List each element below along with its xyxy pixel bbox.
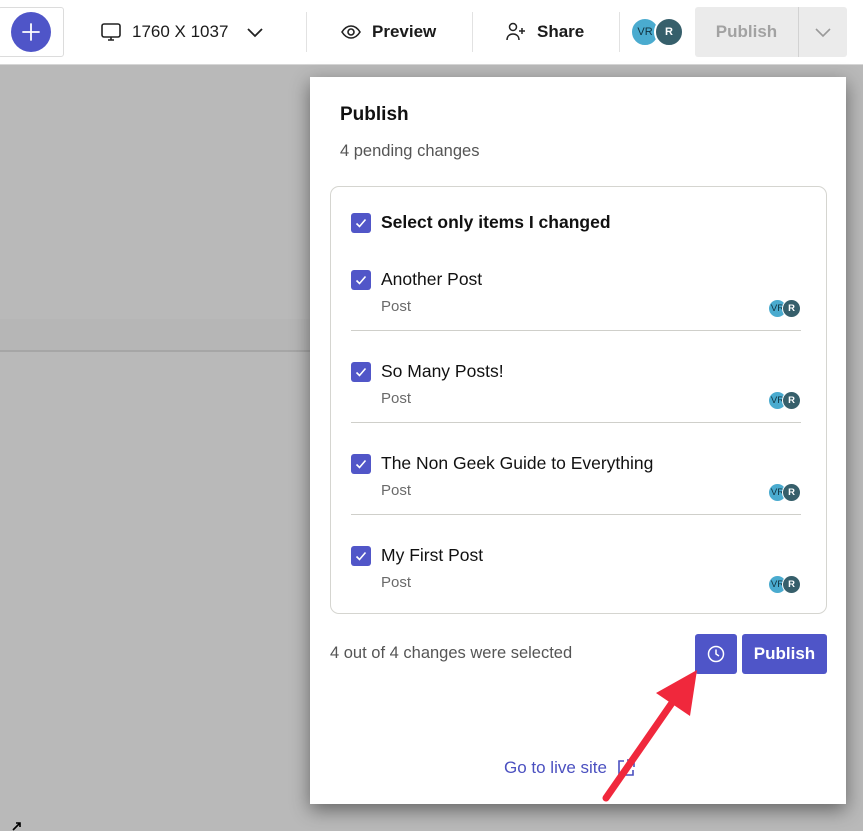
chevron-down-icon xyxy=(247,28,264,38)
selection-summary: 4 out of 4 changes were selected xyxy=(330,644,573,662)
preview-button[interactable]: Preview xyxy=(340,16,436,48)
item-checkbox[interactable] xyxy=(351,453,371,474)
user-plus-icon xyxy=(506,22,525,41)
eye-icon xyxy=(341,25,361,39)
item-divider xyxy=(351,330,801,331)
item-divider xyxy=(351,422,801,423)
check-icon xyxy=(355,218,367,228)
check-icon xyxy=(355,275,367,285)
item-avatars: VR R xyxy=(768,483,801,502)
list-item: My First Post Post VR R xyxy=(351,545,801,637)
check-icon xyxy=(355,459,367,469)
go-to-live-site-link[interactable]: Go to live site xyxy=(504,757,637,779)
plus-icon xyxy=(22,23,40,41)
item-avatars: VR R xyxy=(768,299,801,318)
resolution-selector[interactable]: 1760 X 1037 xyxy=(100,16,266,48)
list-item: The Non Geek Guide to Everything Post VR… xyxy=(351,453,801,545)
item-title: My First Post xyxy=(381,545,484,565)
publish-options-dropdown[interactable] xyxy=(799,7,847,57)
live-site-label: Go to live site xyxy=(504,758,607,777)
item-title: So Many Posts! xyxy=(381,361,504,381)
item-type: Post xyxy=(381,390,412,407)
canvas-element xyxy=(0,319,320,352)
item-checkbox[interactable] xyxy=(351,269,371,290)
publish-button-disabled[interactable]: Publish xyxy=(695,7,799,57)
item-title: The Non Geek Guide to Everything xyxy=(381,453,654,473)
publish-split-button[interactable]: Publish xyxy=(695,7,847,57)
external-link-icon xyxy=(618,759,635,776)
item-checkbox[interactable] xyxy=(351,545,371,566)
avatar: R xyxy=(782,575,801,594)
toolbar-divider xyxy=(472,12,473,52)
pending-changes-count: 4 pending changes xyxy=(340,142,480,160)
list-item: Another Post Post VR R xyxy=(351,269,801,361)
resolution-label: 1760 X 1037 xyxy=(132,22,229,41)
item-type: Post xyxy=(381,298,412,315)
preview-label: Preview xyxy=(372,22,437,41)
select-only-mine-row[interactable]: Select only items I changed xyxy=(351,212,611,233)
schedule-publish-button[interactable] xyxy=(695,634,737,674)
item-avatars: VR R xyxy=(768,575,801,594)
check-icon xyxy=(355,551,367,561)
panel-title: Publish xyxy=(340,104,409,125)
add-element-container xyxy=(0,7,64,57)
avatar: R xyxy=(782,483,801,502)
collaborator-avatars[interactable]: VR R xyxy=(630,17,684,47)
share-label: Share xyxy=(537,22,585,41)
avatar: R xyxy=(782,391,801,410)
top-toolbar: 1760 X 1037 Preview Share VR R Publish xyxy=(0,0,863,65)
avatar[interactable]: R xyxy=(654,17,684,47)
item-title: Another Post xyxy=(381,269,483,289)
item-type: Post xyxy=(381,482,412,499)
share-button[interactable]: Share xyxy=(505,16,584,48)
item-divider xyxy=(351,514,801,515)
select-only-mine-checkbox[interactable] xyxy=(351,212,371,233)
publish-panel: Publish 4 pending changes Select only it… xyxy=(310,77,846,804)
item-avatars: VR R xyxy=(768,391,801,410)
mouse-cursor-icon xyxy=(12,822,21,831)
clock-icon xyxy=(707,645,725,663)
avatar: R xyxy=(782,299,801,318)
item-checkbox[interactable] xyxy=(351,361,371,382)
item-type: Post xyxy=(381,574,412,591)
changes-list: Select only items I changed Another Post… xyxy=(330,186,827,614)
add-button[interactable] xyxy=(11,12,51,52)
check-icon xyxy=(355,367,367,377)
toolbar-divider xyxy=(619,12,620,52)
publish-button[interactable]: Publish xyxy=(742,634,827,674)
toolbar-divider xyxy=(306,12,307,52)
chevron-down-icon xyxy=(815,28,831,38)
select-only-mine-label: Select only items I changed xyxy=(381,212,611,232)
list-item: So Many Posts! Post VR R xyxy=(351,361,801,453)
monitor-icon xyxy=(101,23,121,41)
